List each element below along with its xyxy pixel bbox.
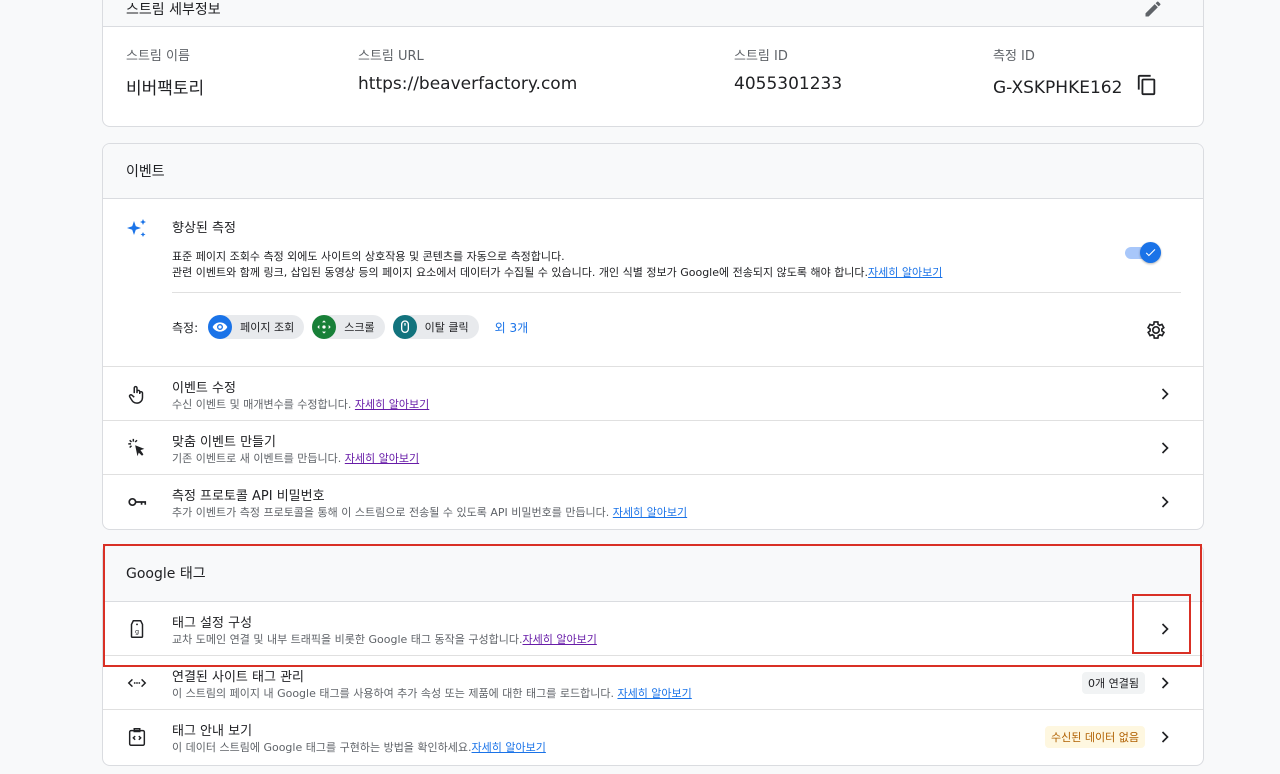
chip-scroll-label: 스크롤 [344,321,375,334]
enhanced-measurement-toggle[interactable] [1125,241,1161,265]
stream-id-value: 4055301233 [734,74,843,94]
chevron-right-icon[interactable] [1155,619,1175,639]
row-create-custom-event-desc-text: 기존 이벤트로 새 이벤트를 만듭니다. [172,452,342,465]
key-icon [125,490,149,514]
connected-count-badge: 0개 연결됨 [1082,672,1145,694]
row-configure-tag-settings-learn-more[interactable]: 자세히 알아보기 [523,633,597,646]
chevron-right-icon[interactable] [1155,673,1175,693]
more-events-link[interactable]: 외 3개 [495,319,529,336]
chevron-right-icon[interactable] [1155,384,1175,404]
row-view-tag-instructions-desc: 이 데이터 스트림에 Google 태그를 구현하는 방법을 확인하세요.자세히… [172,739,546,755]
row-mp-api-secret-desc-text: 추가 이벤트가 측정 프로토콜을 통해 이 스트림으로 전송될 수 있도록 AP… [172,506,610,519]
sparkle-icon [125,217,149,245]
stream-name-value: 비버팩토리 [126,79,205,99]
row-mp-api-secret[interactable]: 측정 프로토콜 API 비밀번호 추가 이벤트가 측정 프로토콜을 통해 이 스… [103,475,1203,529]
cursor-click-icon [125,436,149,460]
stream-details-header: 스트림 세부정보 [103,0,1203,27]
row-view-tag-instructions-desc-text: 이 데이터 스트림에 Google 태그를 구현하는 방법을 확인하세요. [172,741,472,754]
google-tag-title: Google 태그 [126,566,206,582]
svg-text:g: g [135,628,139,636]
events-header: 이벤트 [103,144,1203,199]
row-configure-tag-settings-desc: 교차 도메인 연결 및 내부 트래픽을 비롯한 Google 태그 동작을 구성… [172,631,597,647]
stream-details-card: 스트림 세부정보 스트림 이름 비버팩토리 스트림 URL https://be… [102,0,1204,127]
row-manage-connected-site-tags-desc-text: 이 스트림의 페이지 내 Google 태그를 사용하여 추가 속성 또는 제품… [172,687,614,700]
enhanced-measurement-title: 향상된 측정 [172,221,236,236]
row-view-tag-instructions-learn-more[interactable]: 자세히 알아보기 [472,741,546,754]
row-manage-connected-site-tags-learn-more[interactable]: 자세히 알아보기 [617,687,691,700]
toggle-knob [1140,242,1161,263]
chip-page-view-label: 페이지 조회 [240,321,295,334]
measurement-id: 측정 ID G-XSKPHKE162 [993,45,1158,101]
enhanced-divider [172,292,1181,293]
code-arrows-icon [125,671,149,695]
measurement-id-label: 측정 ID [993,49,1035,64]
mouse-icon [392,315,417,339]
enhanced-measurement: 향상된 측정 표준 페이지 조회수 측정 외에도 사이트의 상호작용 및 콘텐츠… [103,199,1203,367]
stream-url-value: https://beaverfactory.com [358,74,578,94]
row-modify-events-title: 이벤트 수정 [172,381,236,396]
row-view-tag-instructions-title: 태그 안내 보기 [172,724,253,739]
row-view-tag-instructions[interactable]: 태그 안내 보기 이 데이터 스트림에 Google 태그를 구현하는 방법을 … [103,710,1203,764]
row-configure-tag-settings-desc-text: 교차 도메인 연결 및 내부 트래픽을 비롯한 Google 태그 동작을 구성… [172,633,523,646]
tag-icon: g [125,617,149,641]
measurement-id-value: G-XSKPHKE162 [993,77,1123,98]
row-manage-connected-site-tags-desc: 이 스트림의 페이지 내 Google 태그를 사용하여 추가 속성 또는 제품… [172,685,692,701]
code-clipboard-icon [125,725,149,749]
eye-icon [208,315,233,339]
enhanced-desc-line1: 표준 페이지 조회수 측정 외에도 사이트의 상호작용 및 콘텐츠를 자동으로 … [172,250,565,263]
stream-id-label: 스트림 ID [734,49,788,64]
stream-name-label: 스트림 이름 [126,49,190,64]
measure-label: 측정: [172,320,199,335]
row-create-custom-event-desc: 기존 이벤트로 새 이벤트를 만듭니다. 자세히 알아보기 [172,450,419,466]
stream-url: 스트림 URL https://beaverfactory.com [358,45,577,94]
touch-hand-icon [125,382,149,406]
stream-name: 스트림 이름 비버팩토리 [126,45,204,99]
row-modify-events-learn-more[interactable]: 자세히 알아보기 [355,398,429,411]
stream-url-label: 스트림 URL [358,49,424,64]
row-modify-events-desc: 수신 이벤트 및 매개변수를 수정합니다. 자세히 알아보기 [172,396,429,412]
row-mp-api-secret-learn-more[interactable]: 자세히 알아보기 [613,506,687,519]
google-tag-header: Google 태그 [103,545,1203,602]
chevron-right-icon[interactable] [1155,438,1175,458]
row-modify-events[interactable]: 이벤트 수정 수신 이벤트 및 매개변수를 수정합니다. 자세히 알아보기 [103,367,1203,421]
measure-row: 측정: 페이지 조회 스크롤 이탈 클릭 외 3개 [172,315,528,339]
stream-id: 스트림 ID 4055301233 [734,45,842,94]
chip-page-view: 페이지 조회 [208,315,305,339]
gear-icon[interactable] [1145,319,1167,345]
row-manage-connected-site-tags-title: 연결된 사이트 태그 관리 [172,670,304,685]
row-create-custom-event[interactable]: 맞춤 이벤트 만들기 기존 이벤트로 새 이벤트를 만듭니다. 자세히 알아보기 [103,421,1203,475]
chevron-right-icon[interactable] [1155,727,1175,747]
row-configure-tag-settings-title: 태그 설정 구성 [172,616,253,631]
row-create-custom-event-title: 맞춤 이벤트 만들기 [172,435,276,450]
google-tag-card: Google 태그 g 태그 설정 구성 교차 도메인 연결 및 내부 트래픽을… [102,544,1204,766]
edit-icon[interactable] [1143,0,1163,23]
check-icon [1145,249,1156,257]
stream-details-title: 스트림 세부정보 [126,1,221,18]
enhanced-measurement-desc: 표준 페이지 조회수 측정 외에도 사이트의 상호작용 및 콘텐츠를 자동으로 … [172,249,942,281]
copy-icon[interactable] [1136,74,1158,101]
row-create-custom-event-learn-more[interactable]: 자세히 알아보기 [345,452,419,465]
events-card: 이벤트 향상된 측정 표준 페이지 조회수 측정 외에도 사이트의 상호작용 및… [102,143,1204,530]
chip-scroll: 스크롤 [312,315,385,339]
enhanced-desc-line2-text: 관련 이벤트와 함께 링크, 삽입된 동영상 등의 페이지 요소에서 데이터가 … [172,266,869,279]
enhanced-desc-line2: 관련 이벤트와 함께 링크, 삽입된 동영상 등의 페이지 요소에서 데이터가 … [172,265,942,281]
row-mp-api-secret-desc: 추가 이벤트가 측정 프로토콜을 통해 이 스트림으로 전송될 수 있도록 AP… [172,504,687,520]
row-manage-connected-site-tags[interactable]: 연결된 사이트 태그 관리 이 스트림의 페이지 내 Google 태그를 사용… [103,656,1203,710]
chip-outbound-click: 이탈 클릭 [392,315,479,339]
scroll-arrows-icon [312,315,337,339]
no-data-received-badge: 수신된 데이터 없음 [1045,726,1145,748]
row-mp-api-secret-title: 측정 프로토콜 API 비밀번호 [172,489,325,504]
row-configure-tag-settings[interactable]: g 태그 설정 구성 교차 도메인 연결 및 내부 트래픽을 비롯한 Googl… [103,602,1203,656]
measurement-id-value-row: G-XSKPHKE162 [993,74,1158,101]
events-title: 이벤트 [126,164,165,180]
row-modify-events-desc-text: 수신 이벤트 및 매개변수를 수정합니다. [172,398,352,411]
chevron-right-icon[interactable] [1155,492,1175,512]
chip-outbound-click-label: 이탈 클릭 [424,321,469,334]
enhanced-learn-more-link[interactable]: 자세히 알아보기 [868,266,942,279]
